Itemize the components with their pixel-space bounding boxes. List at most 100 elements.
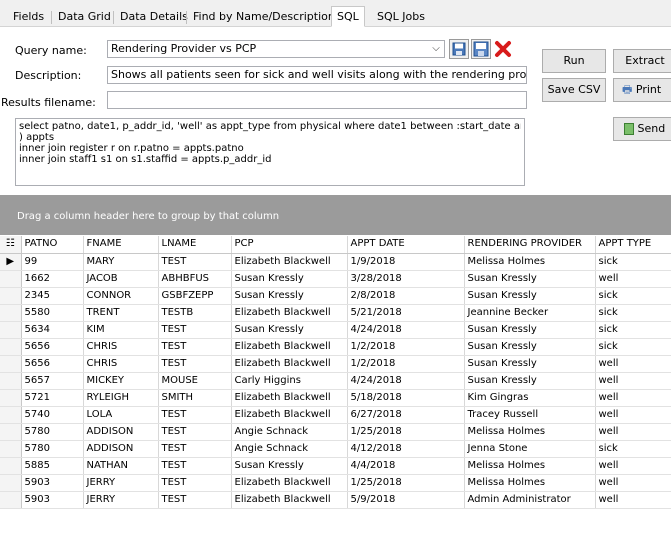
cell-fname[interactable]: CHRIS	[83, 338, 159, 356]
cell-appt-date[interactable]: 5/21/2018	[347, 304, 465, 322]
cell-rendering-provider[interactable]: Melissa Holmes	[464, 423, 596, 441]
cell-fname[interactable]: MARY	[83, 253, 159, 271]
cell-appt-date[interactable]: 1/25/2018	[347, 423, 465, 441]
sql-editor[interactable]: select patno, date1, p_addr_id, 'well' a…	[15, 118, 525, 186]
cell-pcp[interactable]: Susan Kressly	[231, 287, 348, 305]
table-row[interactable]: 5885 NATHAN TEST Susan Kressly 4/4/2018 Melis…	[0, 457, 671, 475]
row-selector[interactable]	[0, 287, 22, 305]
results-grid[interactable]: ☷ PATNO FNAME LNAME PCP APPT DATE RENDER…	[0, 236, 671, 552]
cell-appt-type[interactable]: sick	[595, 304, 671, 322]
cell-rendering-provider[interactable]: Admin Administrator	[464, 491, 596, 509]
cell-appt-date[interactable]: 1/9/2018	[347, 253, 465, 271]
cell-rendering-provider[interactable]: Melissa Holmes	[464, 253, 596, 271]
cell-appt-type[interactable]: well	[595, 270, 671, 288]
column-header-rendering-provider[interactable]: RENDERING PROVIDER	[464, 236, 596, 254]
cell-rendering-provider[interactable]: Susan Kressly	[464, 355, 596, 373]
cell-fname[interactable]: JERRY	[83, 474, 159, 492]
cell-fname[interactable]: JERRY	[83, 491, 159, 509]
delete-query-button[interactable]	[493, 39, 513, 59]
cell-rendering-provider[interactable]: Susan Kressly	[464, 372, 596, 390]
cell-appt-type[interactable]: sick	[595, 338, 671, 356]
cell-appt-date[interactable]: 1/2/2018	[347, 338, 465, 356]
cell-patno[interactable]: 99	[21, 253, 84, 271]
cell-pcp[interactable]: Angie Schnack	[231, 423, 348, 441]
cell-lname[interactable]: SMITH	[158, 389, 232, 407]
column-header-patno[interactable]: PATNO	[21, 236, 84, 254]
extract-button[interactable]: Extract	[613, 49, 671, 73]
cell-patno[interactable]: 5656	[21, 338, 84, 356]
cell-rendering-provider[interactable]: Susan Kressly	[464, 287, 596, 305]
cell-fname[interactable]: CONNOR	[83, 287, 159, 305]
cell-appt-date[interactable]: 4/24/2018	[347, 372, 465, 390]
cell-appt-type[interactable]: sick	[595, 440, 671, 458]
cell-rendering-provider[interactable]: Susan Kressly	[464, 321, 596, 339]
current-row-indicator[interactable]: ▶	[0, 253, 22, 271]
table-row[interactable]: 5780 ADDISON TEST Angie Schnack 1/25/2018 Mel…	[0, 423, 671, 441]
cell-fname[interactable]: LOLA	[83, 406, 159, 424]
cell-patno[interactable]: 5740	[21, 406, 84, 424]
cell-appt-type[interactable]: well	[595, 474, 671, 492]
cell-patno[interactable]: 2345	[21, 287, 84, 305]
row-selector[interactable]	[0, 457, 22, 475]
save-as-query-button[interactable]	[471, 39, 491, 59]
cell-rendering-provider[interactable]: Jenna Stone	[464, 440, 596, 458]
cell-fname[interactable]: CHRIS	[83, 355, 159, 373]
cell-appt-type[interactable]: sick	[595, 287, 671, 305]
cell-fname[interactable]: ADDISON	[83, 423, 159, 441]
cell-appt-type[interactable]: well	[595, 406, 671, 424]
cell-appt-date[interactable]: 5/9/2018	[347, 491, 465, 509]
cell-appt-type[interactable]: well	[595, 355, 671, 373]
cell-lname[interactable]: TEST	[158, 355, 232, 373]
column-header-pcp[interactable]: PCP	[231, 236, 348, 254]
row-selector[interactable]	[0, 372, 22, 390]
table-row[interactable]: 5656 CHRIS TEST Elizabeth Blackwell 1/2/2018…	[0, 338, 671, 356]
save-query-button[interactable]	[449, 39, 469, 59]
cell-lname[interactable]: TEST	[158, 338, 232, 356]
table-row[interactable]: 5657 MICKEY MOUSE Carly Higgins 4/24/2018 Sus…	[0, 372, 671, 390]
column-header-lname[interactable]: LNAME	[158, 236, 232, 254]
cell-appt-date[interactable]: 4/12/2018	[347, 440, 465, 458]
tab-fields[interactable]: Fields	[8, 9, 49, 26]
row-selector[interactable]	[0, 440, 22, 458]
cell-pcp[interactable]: Angie Schnack	[231, 440, 348, 458]
row-selector[interactable]	[0, 406, 22, 424]
cell-appt-date[interactable]: 4/4/2018	[347, 457, 465, 475]
cell-pcp[interactable]: Susan Kressly	[231, 457, 348, 475]
table-row[interactable]: 5580 TRENT TESTB Elizabeth Blackwell 5/21/20…	[0, 304, 671, 322]
row-selector[interactable]	[0, 355, 22, 373]
cell-rendering-provider[interactable]: Susan Kressly	[464, 338, 596, 356]
cell-patno[interactable]: 5656	[21, 355, 84, 373]
cell-lname[interactable]: TEST	[158, 423, 232, 441]
cell-patno[interactable]: 5780	[21, 423, 84, 441]
cell-pcp[interactable]: Susan Kressly	[231, 270, 348, 288]
cell-appt-type[interactable]: well	[595, 491, 671, 509]
description-field[interactable]: Shows all patients seen for sick and wel…	[107, 66, 527, 84]
cell-appt-date[interactable]: 1/25/2018	[347, 474, 465, 492]
tab-data-grid[interactable]: Data Grid	[53, 9, 116, 26]
cell-appt-date[interactable]: 1/2/2018	[347, 355, 465, 373]
cell-patno[interactable]: 5903	[21, 474, 84, 492]
tab-sql[interactable]: SQL	[331, 6, 365, 27]
tab-sql-jobs[interactable]: SQL Jobs	[372, 9, 430, 26]
column-chooser-icon[interactable]: ☷	[0, 236, 22, 254]
cell-lname[interactable]: GSBFZEPP	[158, 287, 232, 305]
cell-patno[interactable]: 1662	[21, 270, 84, 288]
row-selector[interactable]	[0, 423, 22, 441]
table-row[interactable]: ▶ 99 MARY TEST Elizabeth Blackwell 1/9/2018 Me…	[0, 253, 671, 271]
cell-rendering-provider[interactable]: Melissa Holmes	[464, 457, 596, 475]
cell-appt-type[interactable]: well	[595, 457, 671, 475]
cell-lname[interactable]: TEST	[158, 457, 232, 475]
cell-appt-date[interactable]: 6/27/2018	[347, 406, 465, 424]
table-row[interactable]: 5740 LOLA TEST Elizabeth Blackwell 6/27/2018…	[0, 406, 671, 424]
cell-pcp[interactable]: Carly Higgins	[231, 372, 348, 390]
cell-pcp[interactable]: Elizabeth Blackwell	[231, 406, 348, 424]
column-header-fname[interactable]: FNAME	[83, 236, 159, 254]
cell-patno[interactable]: 5634	[21, 321, 84, 339]
run-button[interactable]: Run	[542, 49, 606, 73]
cell-pcp[interactable]: Elizabeth Blackwell	[231, 338, 348, 356]
cell-pcp[interactable]: Elizabeth Blackwell	[231, 474, 348, 492]
tab-find-by-name[interactable]: Find by Name/Description	[188, 9, 340, 26]
cell-pcp[interactable]: Elizabeth Blackwell	[231, 389, 348, 407]
cell-fname[interactable]: TRENT	[83, 304, 159, 322]
cell-lname[interactable]: TEST	[158, 321, 232, 339]
